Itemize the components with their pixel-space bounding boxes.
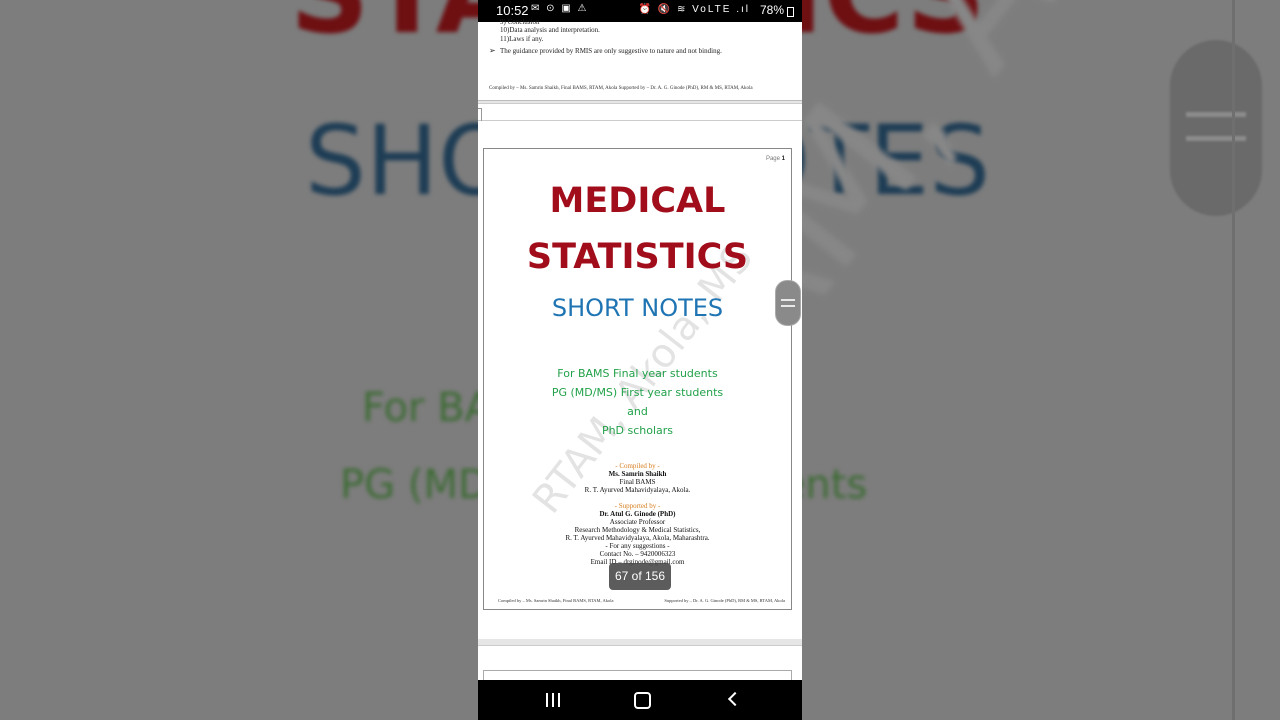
back-arrow-icon [727, 691, 743, 707]
home-button[interactable] [630, 688, 654, 712]
phone-screen: 10:52 ✉ ⊙ ▣ ⚠ ⏰ 🔇 ≋ VoLTE .ıl 78% 9) Con… [478, 0, 802, 720]
prev-page-line: 10)Data analysis and interpretation. [500, 26, 600, 34]
audience-line: PhD scholars [601, 424, 674, 437]
audience-line: For BAMS Final year students [557, 367, 718, 380]
battery-percent: 78% [759, 3, 784, 17]
compiled-course: Final BAMS [619, 478, 656, 486]
pdf-page[interactable]: Page 1 RTAM, Akola, MS MEDICAL STATISTIC… [483, 148, 792, 610]
background-line1a: For BA [362, 385, 493, 431]
prev-page-line: The guidance provided by RMIS are only s… [500, 47, 722, 55]
supported-dept: Research Methodology & Medical Statistic… [574, 526, 701, 534]
recent-apps-icon [546, 693, 548, 707]
home-icon [634, 692, 651, 709]
navigation-bar [478, 680, 802, 720]
supported-by-block: - Supported by - Dr. Atul G. Ginode (PhD… [484, 502, 791, 566]
supported-role: Associate Professor [609, 518, 666, 526]
title-line1: MEDICAL [549, 181, 726, 221]
subtitle: SHORT NOTES [551, 294, 724, 322]
compiled-by-block: - Compiled by - Ms. Samrin Shaikh Final … [484, 462, 791, 494]
background-scroll-handle [1170, 40, 1262, 216]
audience-line: PG (MD/MS) First year students [551, 386, 724, 399]
prev-page-line: 11)Laws if any. [500, 35, 544, 43]
background-line2a: PG (MD [340, 462, 489, 508]
status-time: 10:52 [496, 3, 529, 18]
previous-page-fragment: 9) Conclusion 10)Data analysis and inter… [478, 18, 802, 101]
system-status-icons: ⏰ 🔇 ≋ VoLTE .ıl [638, 4, 750, 15]
compiled-header: - Compiled by - [615, 462, 660, 470]
audience-line: and [627, 405, 648, 418]
back-button[interactable] [723, 688, 747, 712]
prev-page-footer: Compiled by – Ms. Samrin Shaikh, Final B… [489, 86, 753, 91]
contact-number: Contact No. – 9420006323 [599, 550, 676, 558]
supported-header: - Supported by - [614, 502, 661, 510]
compiled-name: Ms. Samrin Shaikh [608, 470, 667, 478]
suggestions-label: - For any suggestions - [605, 542, 670, 550]
page-footer-right: Supported by – Dr. A. G. Ginode (PhD), R… [664, 598, 785, 603]
battery-icon [787, 7, 794, 17]
page-number: Page 1 [765, 156, 785, 162]
pdf-page-container[interactable]: Page 1 RTAM, Akola, MS MEDICAL STATISTIC… [478, 121, 802, 639]
recent-apps-button[interactable] [542, 688, 566, 712]
page-footer-left: Compiled by – Ms. Samrin Shaikh, Final B… [498, 598, 614, 603]
prev-page-line: 9) Conclusion [500, 18, 540, 26]
bullet-arrow-icon: ➢ [489, 46, 496, 55]
supported-name: Dr. Atul G. Ginode (PhD) [599, 510, 676, 518]
supported-college: R. T. Ayurved Mahavidyalaya, Akola, Maha… [565, 534, 710, 542]
notification-icons: ✉ ⊙ ▣ ⚠ [531, 3, 589, 14]
page-counter: 67 of 156 [609, 563, 671, 590]
background-divider [1232, 0, 1235, 720]
page-separator [478, 103, 802, 121]
compiled-college: R. T. Ayurved Mahavidyalaya, Akola. [584, 486, 691, 494]
fast-scroll-handle[interactable] [775, 280, 801, 326]
title-line2: STATISTICS [526, 237, 749, 277]
